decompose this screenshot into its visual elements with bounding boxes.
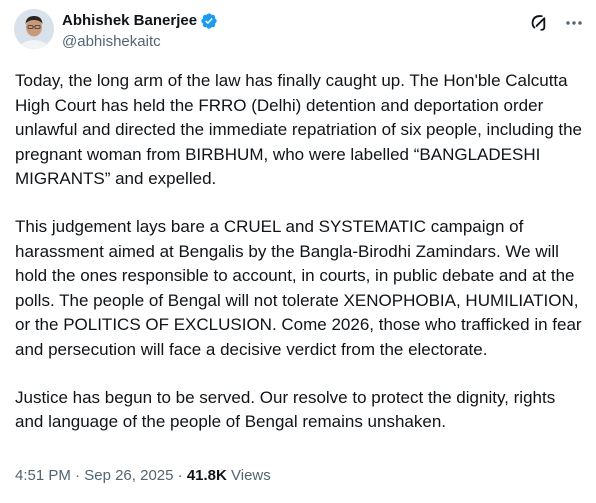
tweet-text: Today, the long arm of the law has final…	[15, 69, 587, 435]
tweet-paragraph: Today, the long arm of the law has final…	[15, 71, 583, 188]
verified-badge-icon[interactable]	[200, 12, 218, 30]
top-actions	[528, 12, 584, 34]
more-options-icon[interactable]	[564, 13, 584, 33]
avatar-image	[14, 9, 54, 49]
tweet-meta: 4:51 PM · Sep 26, 2025 · 41.8K Views	[15, 466, 271, 486]
views-label[interactable]: Views	[231, 467, 271, 484]
author-name-row[interactable]: Abhishek Banerjee	[62, 11, 218, 31]
tweet-card: Abhishek Banerjee @abhishekaitc Today, t…	[0, 0, 596, 503]
views-count[interactable]: 41.8K	[187, 467, 227, 484]
avatar[interactable]	[14, 9, 54, 49]
author-handle[interactable]: @abhishekaitc	[62, 32, 161, 52]
grok-icon[interactable]	[528, 12, 550, 34]
tweet-date[interactable]: Sep 26, 2025	[84, 467, 173, 484]
meta-separator: ·	[177, 467, 183, 484]
tweet-time[interactable]: 4:51 PM	[15, 467, 71, 484]
author-name[interactable]: Abhishek Banerjee	[62, 11, 197, 31]
meta-separator: ·	[75, 467, 81, 484]
tweet-paragraph: This judgement lays bare a CRUEL and SYS…	[15, 217, 582, 359]
tweet-paragraph: Justice has begun to be served. Our reso…	[15, 387, 556, 432]
